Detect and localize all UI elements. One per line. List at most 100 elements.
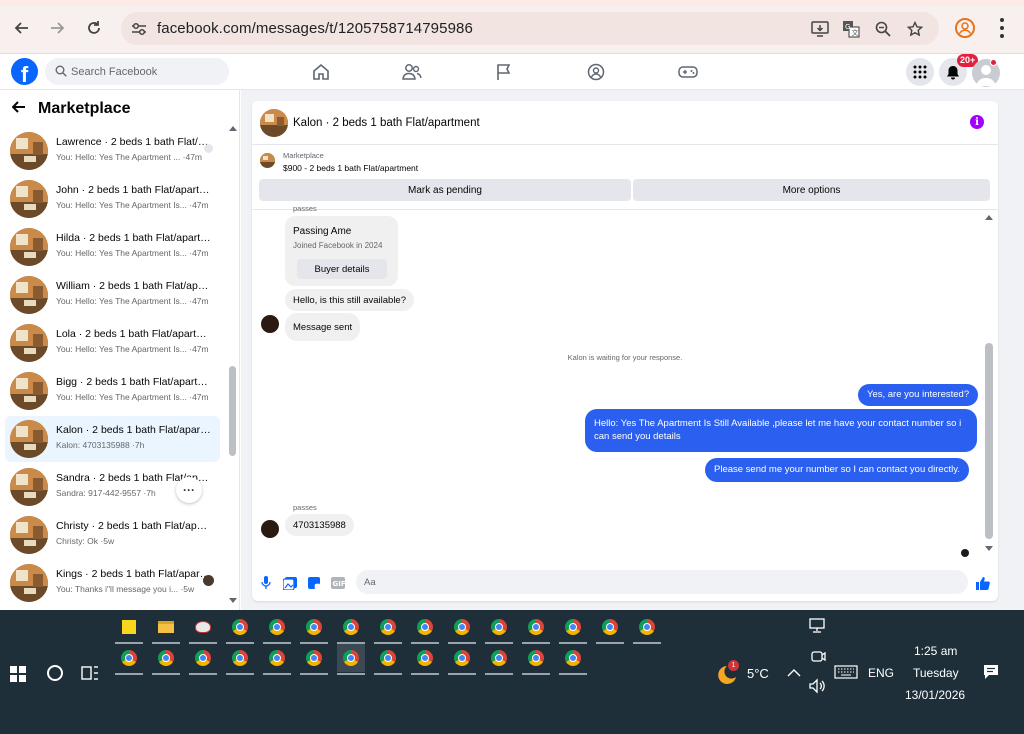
volume-icon[interactable]: [809, 678, 827, 694]
taskbar-search-icon[interactable]: [47, 665, 63, 681]
conversation-item[interactable]: William · 2 beds 1 bath Flat/apartment Yo…: [5, 272, 220, 318]
microphone-icon[interactable]: [259, 576, 273, 590]
info-icon[interactable]: i: [970, 115, 984, 129]
outgoing-message[interactable]: Please send me your number so I can cont…: [705, 458, 969, 482]
taskbar-app-paint-icon[interactable]: [189, 613, 217, 644]
message-input-container[interactable]: [356, 570, 968, 594]
input-language[interactable]: ENG: [868, 666, 894, 680]
notification-center-icon[interactable]: [983, 664, 999, 680]
taskbar-app-chrome-icon[interactable]: [522, 613, 550, 644]
sticker-icon[interactable]: [307, 576, 321, 590]
taskbar-app-chrome-icon[interactable]: [300, 613, 328, 644]
scroll-down-icon[interactable]: [229, 598, 237, 603]
taskbar-app-sticky-notes-icon[interactable]: [115, 613, 143, 644]
incoming-message[interactable]: Message sent: [285, 313, 361, 341]
conversation-item[interactable]: Lawrence · 2 beds 1 bath Flat/apartment Y…: [5, 128, 220, 174]
conversation-item[interactable]: Hilda · 2 beds 1 bath Flat/apartment You:…: [5, 224, 220, 270]
zoom-icon[interactable]: [873, 19, 893, 39]
bookmark-star-icon[interactable]: [905, 19, 925, 39]
conversation-item[interactable]: Lola · 2 beds 1 bath Flat/apartment You: …: [5, 320, 220, 366]
outgoing-message[interactable]: Hello: Yes The Apartment Is Still Availa…: [585, 409, 977, 452]
taskbar-app-chrome-icon[interactable]: [226, 644, 254, 675]
thumbs-up-icon[interactable]: [976, 576, 990, 590]
taskbar-app-chrome-icon[interactable]: [337, 613, 365, 644]
listing-summary[interactable]: Marketplace $900 - 2 beds 1 bath Flat/ap…: [252, 145, 998, 179]
back-arrow-icon[interactable]: [11, 100, 26, 119]
conversation-item[interactable]: Kings · 2 beds 1 bath Flat/apartment You:…: [5, 560, 220, 606]
taskbar-app-file-explorer-icon[interactable]: [152, 613, 180, 644]
taskbar-app-chrome-icon[interactable]: [411, 613, 439, 644]
back-arrow-icon[interactable]: [8, 14, 36, 42]
taskbar-app-chrome-icon[interactable]: [374, 613, 402, 644]
site-settings-icon[interactable]: [129, 19, 149, 39]
taskbar-app-chrome-icon[interactable]: [300, 644, 328, 675]
more-options-button[interactable]: More options: [633, 179, 990, 201]
taskbar-app-chrome-icon[interactable]: [337, 644, 365, 675]
scroll-up-icon[interactable]: [229, 126, 237, 131]
more-menu-icon[interactable]: [992, 16, 1012, 40]
conversation-item[interactable]: Christy · 2 beds 1 bath Flat/apartment Ch…: [5, 512, 220, 558]
taskbar-app-chrome-icon[interactable]: [115, 644, 143, 675]
taskbar-app-chrome-icon[interactable]: [226, 613, 254, 644]
translate-icon[interactable]: G文: [841, 19, 861, 39]
menu-grid-icon[interactable]: [906, 58, 934, 86]
conversation-item[interactable]: John · 2 beds 1 bath Flat/apartment You: …: [5, 176, 220, 222]
taskbar-app-chrome-icon[interactable]: [411, 644, 439, 675]
taskbar-app-chrome-icon[interactable]: [263, 644, 291, 675]
sender-avatar[interactable]: [261, 315, 279, 333]
address-bar[interactable]: facebook.com/messages/t/1205758714795986…: [121, 12, 939, 45]
taskbar-app-chrome-icon[interactable]: [189, 644, 217, 675]
buyer-details-button[interactable]: Buyer details: [297, 259, 387, 279]
taskbar-app-chrome-icon[interactable]: [448, 644, 476, 675]
listing-thumbnail[interactable]: [260, 109, 288, 137]
taskbar-app-chrome-icon[interactable]: [485, 644, 513, 675]
conversation-item[interactable]: Kalon · 2 beds 1 bath Flat/apartment Kalo…: [5, 416, 220, 462]
chat-scrollbar[interactable]: [984, 213, 994, 558]
friends-icon[interactable]: [402, 62, 422, 82]
sidebar-scrollbar[interactable]: [228, 126, 238, 606]
scroll-down-icon[interactable]: [985, 546, 993, 551]
keyboard-icon[interactable]: [834, 665, 858, 679]
url-text[interactable]: facebook.com/messages/t/1205758714795986: [157, 20, 473, 37]
taskbar-app-chrome-icon[interactable]: [374, 644, 402, 675]
clock-day[interactable]: Tuesday: [913, 666, 959, 680]
clock-date[interactable]: 13/01/2026: [905, 688, 965, 702]
sidebar-scroll-thumb[interactable]: [229, 366, 236, 456]
weather-temperature[interactable]: 5°C: [747, 666, 769, 681]
message-input[interactable]: [364, 574, 944, 590]
groups-icon[interactable]: [586, 62, 606, 82]
meet-now-icon[interactable]: [810, 648, 826, 666]
chat-scroll-thumb[interactable]: [985, 343, 993, 539]
show-hidden-icons-chevron-icon[interactable]: [787, 667, 801, 677]
taskbar-app-chrome-icon[interactable]: [152, 644, 180, 675]
incoming-message[interactable]: Hello, is this still available?: [285, 289, 414, 311]
scroll-up-icon[interactable]: [985, 215, 993, 220]
incoming-message[interactable]: 4703135988: [285, 514, 354, 536]
install-app-icon[interactable]: [810, 19, 830, 39]
pages-flag-icon[interactable]: [494, 62, 514, 82]
taskbar-app-chrome-icon[interactable]: [596, 613, 624, 644]
conversation-more-button[interactable]: ···: [176, 477, 202, 503]
mark-as-pending-button[interactable]: Mark as pending: [259, 179, 631, 201]
windows-start-icon[interactable]: [10, 666, 26, 682]
gif-icon[interactable]: GIF: [331, 576, 345, 590]
conversation-item[interactable]: Bigg · 2 beds 1 bath Flat/apartment You: …: [5, 368, 220, 414]
facebook-logo[interactable]: f: [11, 58, 38, 85]
chat-title[interactable]: Kalon · 2 beds 1 bath Flat/apartment: [293, 117, 480, 129]
taskbar-app-chrome-icon[interactable]: [559, 644, 587, 675]
outgoing-message[interactable]: Yes, are you interested?: [858, 384, 979, 406]
forward-arrow-icon[interactable]: [43, 14, 71, 42]
taskbar-app-chrome-icon[interactable]: [485, 613, 513, 644]
reload-icon[interactable]: [80, 14, 108, 42]
home-icon[interactable]: [311, 62, 331, 82]
profile-icon[interactable]: [955, 18, 975, 38]
clock-time[interactable]: 1:25 am: [914, 644, 957, 658]
taskbar-app-chrome-icon[interactable]: [522, 644, 550, 675]
taskbar-app-chrome-icon[interactable]: [263, 613, 291, 644]
taskbar-app-chrome-icon[interactable]: [559, 613, 587, 644]
network-icon[interactable]: [808, 618, 826, 634]
search-input[interactable]: [71, 63, 221, 80]
facebook-search[interactable]: [45, 58, 229, 85]
photo-icon[interactable]: [283, 576, 297, 590]
gaming-icon[interactable]: [678, 62, 698, 82]
